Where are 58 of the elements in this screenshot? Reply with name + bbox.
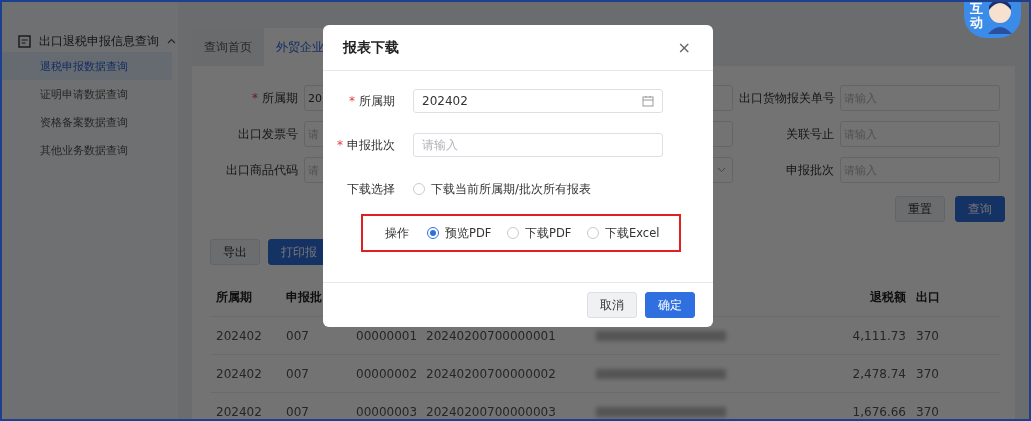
field-label: 出口发票号 xyxy=(237,125,298,143)
radio-option[interactable]: 下载当前所属期/批次所有报表 xyxy=(413,181,591,197)
field-label: 出口商品代码 xyxy=(225,161,298,179)
chevron-icon xyxy=(167,38,176,44)
chevron-icon xyxy=(717,167,726,173)
column-header: 出口 xyxy=(916,289,941,306)
table-cell-text: 007 xyxy=(286,404,310,419)
column-header: 所属期 xyxy=(216,289,253,306)
table-cell-text: 202402 xyxy=(216,366,263,381)
table-cell-text: 007 xyxy=(286,328,310,343)
menu-title: 出口退税申报信息查询 xyxy=(39,32,159,50)
dialog-button[interactable]: 确定 xyxy=(645,292,695,318)
calendar-icon[interactable] xyxy=(642,95,654,107)
radio-option[interactable]: 下载Excel xyxy=(587,225,660,241)
chat-badge[interactable]: 互动 xyxy=(964,2,1021,38)
field-label: * 所属期 xyxy=(348,92,396,110)
table-cell-text: 00000001 xyxy=(356,328,419,343)
action-button[interactable]: 导出 xyxy=(210,239,260,265)
field-label: 操作 xyxy=(384,224,410,242)
sidebar-item[interactable]: 其他业务数据查询 xyxy=(2,136,172,164)
table-cell-text: 370 xyxy=(916,328,940,343)
table-cell-text: 20240200700000001 xyxy=(426,328,557,343)
table-cell-text: 007 xyxy=(286,366,310,381)
table-cell-text: 20240200700000002 xyxy=(426,366,557,381)
filter-button[interactable]: 重置 xyxy=(895,196,945,222)
table-cell-text: 20240200700000003 xyxy=(426,404,557,419)
table-cell-text: 1,676.66 xyxy=(851,404,907,419)
dialog-title: 报表下载 xyxy=(343,38,399,57)
table-cell-text: 2,478.74 xyxy=(851,366,907,381)
radio-option[interactable]: 下载PDF xyxy=(507,225,577,241)
column-header: 申报批 xyxy=(286,289,323,306)
date-field[interactable]: 202402 xyxy=(413,89,663,113)
avatar-icon xyxy=(985,2,1015,34)
table-cell-text: 202402 xyxy=(216,328,263,343)
field-label: 申报批次 xyxy=(785,161,834,179)
input-field[interactable]: 请输入 xyxy=(413,133,663,157)
table-cell-text: 00000002 xyxy=(356,366,419,381)
badge-label: 互动 xyxy=(970,2,983,31)
sidebar-item[interactable]: 证明申请数据查询 xyxy=(2,80,172,108)
sidebar-menu-header[interactable]: 出口退税申报信息查询 xyxy=(2,30,178,52)
table-cell-text: 4,111.73 xyxy=(851,328,907,343)
field-label: * 所属期 xyxy=(251,89,298,107)
document-icon xyxy=(18,34,31,48)
table-cell-text: 370 xyxy=(916,366,940,381)
close-button[interactable]: × xyxy=(675,38,693,57)
sidebar-item[interactable]: 退税申报数据查询 xyxy=(2,52,172,80)
field-label: 关联号止 xyxy=(785,125,834,143)
dialog-button[interactable]: 取消 xyxy=(587,292,637,318)
table-cell-text: 202402 xyxy=(216,404,263,419)
field-label: * 申报批次 xyxy=(336,136,396,154)
column-header: 退税额 xyxy=(869,289,907,306)
field-label: 下载选择 xyxy=(346,180,396,198)
table-cell-text: 370 xyxy=(916,404,940,419)
field-label: 出口货物报关单号 xyxy=(739,89,834,107)
filter-button[interactable]: 查询 xyxy=(955,196,1005,222)
sidebar-item[interactable]: 资格备案数据查询 xyxy=(2,108,172,136)
radio-option[interactable]: 预览PDF xyxy=(427,225,497,241)
table-cell-text: 00000003 xyxy=(356,404,419,419)
